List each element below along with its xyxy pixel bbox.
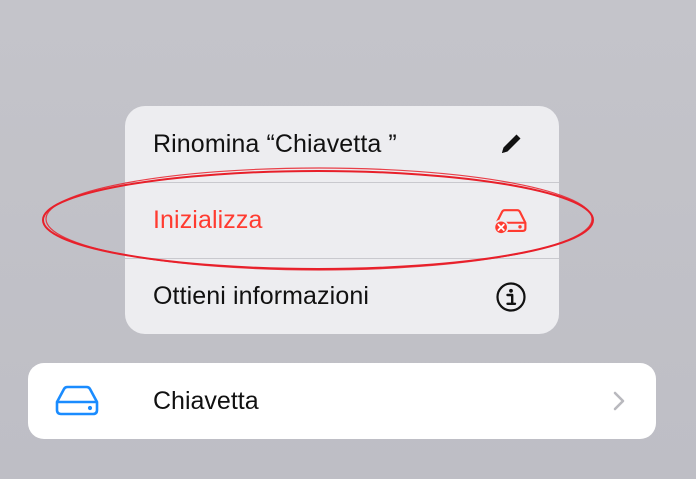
- context-menu: Rinomina “Chiavetta ” Inizializza Ottien…: [125, 106, 559, 334]
- menu-item-get-info-label: Ottieni informazioni: [153, 282, 369, 310]
- background-dimmed[interactable]: Rinomina “Chiavetta ” Inizializza Ottien…: [0, 0, 696, 479]
- external-drive-icon: [54, 383, 100, 419]
- info-icon: [493, 279, 529, 315]
- menu-item-rename-label: Rinomina “Chiavetta ”: [153, 129, 397, 158]
- erase-drive-icon: [493, 203, 529, 239]
- drive-label: Chiavetta: [153, 386, 259, 415]
- chevron-right-icon: [610, 389, 628, 413]
- drive-row[interactable]: Chiavetta: [28, 363, 656, 439]
- menu-item-erase-label: Inizializza: [153, 206, 263, 234]
- menu-item-get-info[interactable]: Ottieni informazioni: [125, 258, 559, 334]
- menu-item-erase[interactable]: Inizializza: [125, 182, 559, 258]
- menu-item-rename[interactable]: Rinomina “Chiavetta ”: [125, 106, 559, 182]
- pencil-icon: [493, 126, 529, 162]
